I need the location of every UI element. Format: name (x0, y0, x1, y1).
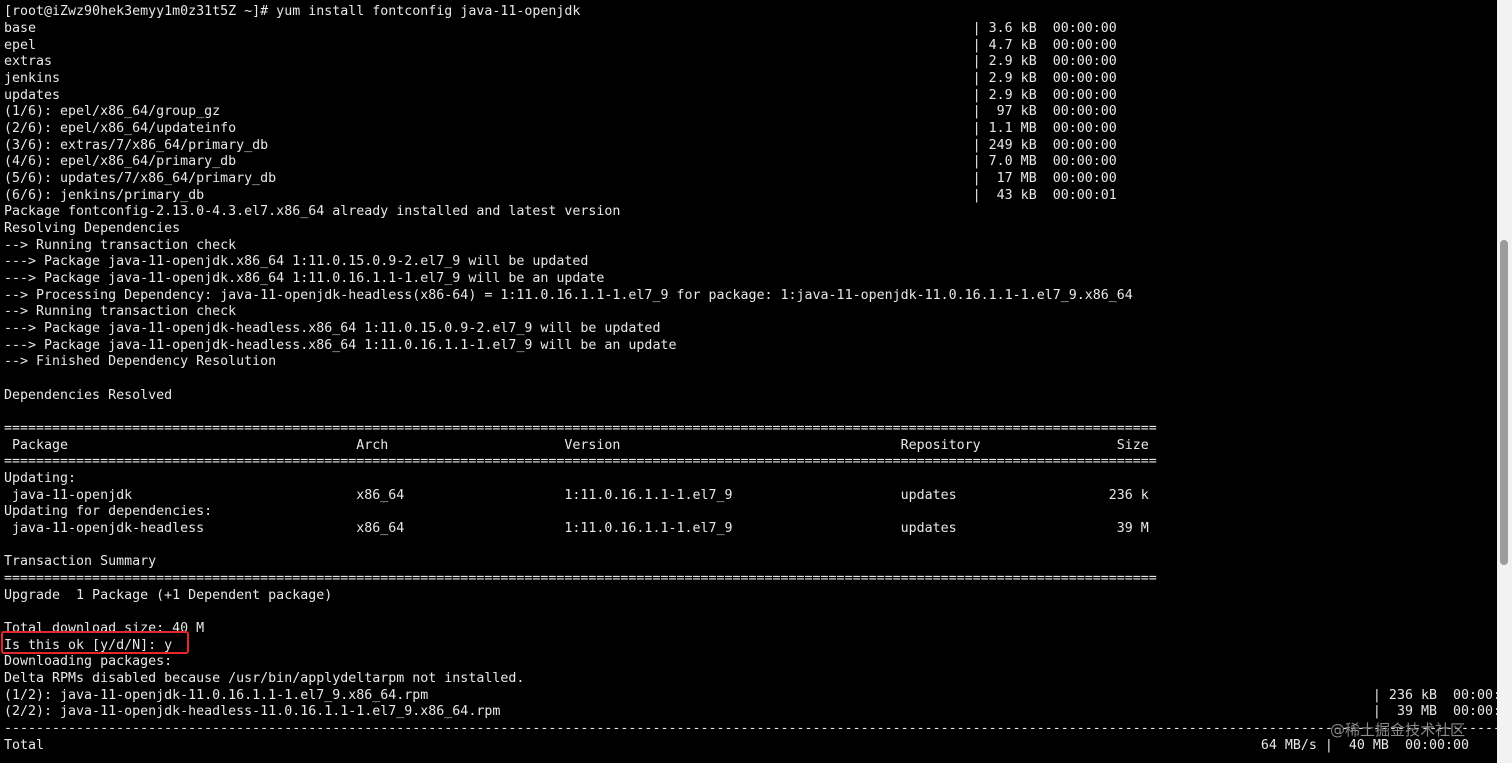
terminal-window[interactable]: [root@iZwz90hek3emyy1m0z31t5Z ~]# yum in… (0, 0, 1497, 763)
download-progress-line: (1/2): java-11-openjdk-11.0.16.1.1-1.el7… (4, 688, 1497, 703)
table-header-row: Package Arch Version Repository Size (4, 438, 1149, 453)
terminal-line: ---> Package java-11-openjdk-headless.x8… (4, 338, 677, 353)
table-row: java-11-openjdk x86_64 1:11.0.16.1.1-1.e… (4, 488, 1149, 503)
terminal-line: epel | 4.7 kB 00:00:00 (4, 38, 1117, 53)
terminal-line: base | 3.6 kB 00:00:00 (4, 21, 1117, 36)
download-progress-line: (2/2): java-11-openjdk-headless-11.0.16.… (4, 704, 1497, 719)
terminal-line: --> Running transaction check (4, 304, 237, 319)
terminal-line: ---> Package java-11-openjdk.x86_64 1:11… (4, 271, 605, 286)
total-line: Total 64 MB/s | 40 MB 00:00:00 (4, 738, 1469, 753)
terminal-line: (4/6): epel/x86_64/primary_db | 7.0 MB 0… (4, 154, 1117, 169)
terminal-line: (3/6): extras/7/x86_64/primary_db | 249 … (4, 138, 1117, 153)
terminal-line: updates | 2.9 kB 00:00:00 (4, 88, 1117, 103)
terminal-line: Package fontconfig-2.13.0-4.3.el7.x86_64… (4, 204, 621, 219)
table-separator: ========================================… (4, 421, 1157, 436)
terminal-line: Updating for dependencies: (4, 504, 213, 519)
table-separator: ========================================… (4, 454, 1157, 469)
progress-separator: ----------------------------------------… (4, 721, 1497, 736)
table-separator: ========================================… (4, 571, 1157, 586)
terminal-line: (1/6): epel/x86_64/group_gz | 97 kB 00:0… (4, 104, 1117, 119)
terminal-line: Dependencies Resolved (4, 388, 173, 403)
terminal-line: --> Running transaction check (4, 238, 237, 253)
terminal-line: Upgrade 1 Package (+1 Dependent package) (4, 588, 333, 603)
terminal-line: (6/6): jenkins/primary_db | 43 kB 00:00:… (4, 188, 1117, 203)
scrollbar-thumb[interactable] (1500, 240, 1508, 565)
terminal-line: Updating: (4, 471, 77, 486)
terminal-line: [root@iZwz90hek3emyy1m0z31t5Z ~]# yum in… (4, 4, 581, 19)
terminal-line: Resolving Dependencies (4, 221, 181, 236)
watermark-text: @稀土掘金技术社区 (1330, 721, 1466, 739)
terminal-line: (5/6): updates/7/x86_64/primary_db | 17 … (4, 171, 1117, 186)
terminal-line: Downloading packages: (4, 654, 173, 669)
vertical-scrollbar[interactable] (1497, 0, 1512, 763)
table-row: java-11-openjdk-headless x86_64 1:11.0.1… (4, 521, 1149, 536)
terminal-line: ---> Package java-11-openjdk.x86_64 1:11… (4, 254, 589, 269)
terminal-line: ---> Package java-11-openjdk-headless.x8… (4, 321, 661, 336)
terminal-line: (2/6): epel/x86_64/updateinfo | 1.1 MB 0… (4, 121, 1117, 136)
terminal-line: --> Processing Dependency: java-11-openj… (4, 288, 1133, 303)
terminal-line: extras | 2.9 kB 00:00:00 (4, 54, 1117, 69)
prompt-highlight-box (1, 631, 189, 654)
terminal-line: Transaction Summary (4, 554, 157, 569)
terminal-line: Delta RPMs disabled because /usr/bin/app… (4, 671, 525, 686)
terminal-line: --> Finished Dependency Resolution (4, 354, 277, 369)
terminal-line: jenkins | 2.9 kB 00:00:00 (4, 71, 1117, 86)
